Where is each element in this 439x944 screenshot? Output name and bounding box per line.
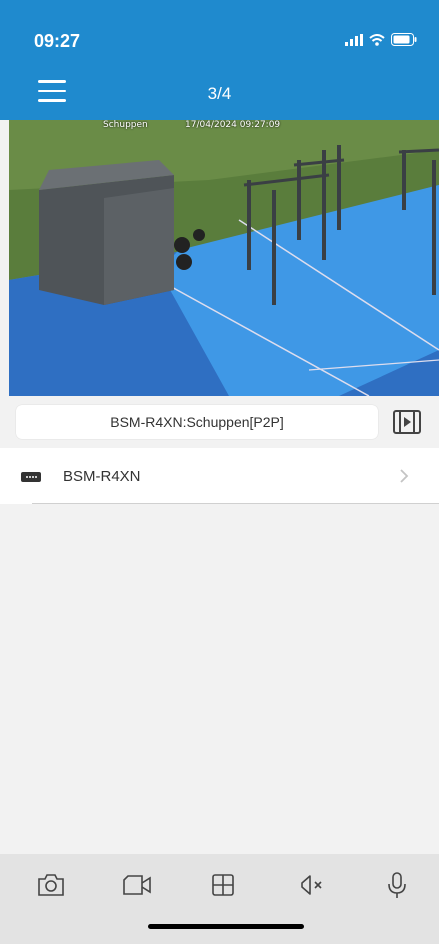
- device-name: BSM-R4XN: [63, 468, 141, 485]
- device-row[interactable]: BSM-R4XN: [0, 448, 439, 504]
- signal-icon: [345, 33, 363, 46]
- chevron-right-icon: [400, 469, 409, 483]
- camera-osd-timestamp: 17/04/2024 09:27:09: [185, 120, 281, 130]
- camera-osd-name: Schuppen: [103, 120, 148, 130]
- camera-live-view[interactable]: Schuppen 17/04/2024 09:27:09: [9, 120, 439, 396]
- microphone-icon: [388, 872, 406, 898]
- record-button[interactable]: [120, 868, 154, 902]
- wifi-icon: [369, 33, 385, 46]
- channel-bar: BSM-R4XN:Schuppen[P2P]: [0, 396, 439, 448]
- channel-name-field[interactable]: BSM-R4XN:Schuppen[P2P]: [16, 405, 378, 439]
- bottom-toolbar: [0, 854, 439, 944]
- app-header: 09:27 3/4: [0, 0, 439, 120]
- device-list: BSM-R4XN: [0, 448, 439, 504]
- grid-icon: [212, 874, 234, 896]
- camera-icon: [38, 874, 64, 896]
- snapshot-button[interactable]: [34, 868, 68, 902]
- home-indicator: [148, 924, 304, 929]
- recorder-icon: [21, 472, 41, 482]
- talk-button[interactable]: [380, 868, 414, 902]
- mute-button[interactable]: [294, 868, 328, 902]
- divider: [32, 503, 439, 504]
- grid-layout-button[interactable]: [206, 868, 240, 902]
- battery-icon: [391, 33, 417, 46]
- camera-image: [9, 120, 439, 396]
- playback-icon[interactable]: [392, 409, 422, 435]
- page-counter: 3/4: [207, 84, 232, 103]
- video-camera-icon: [123, 875, 151, 895]
- status-time: 09:27: [34, 31, 81, 51]
- speaker-muted-icon: [301, 875, 322, 895]
- status-icons: [345, 33, 417, 46]
